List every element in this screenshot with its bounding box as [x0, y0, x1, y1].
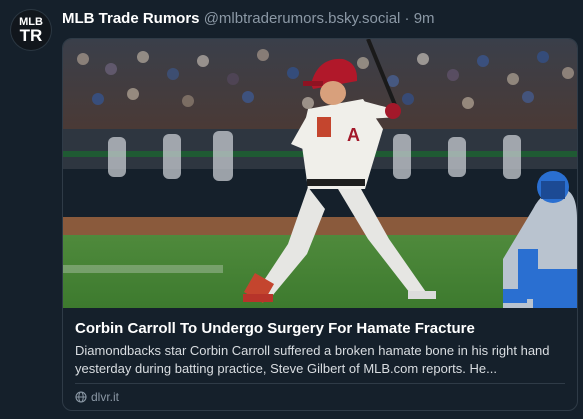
post-header: MLB Trade Rumors @mlbtraderumors.bsky.so…	[62, 9, 435, 29]
link-card[interactable]: A Corbin Carroll To Undergo Surgery For …	[62, 38, 578, 411]
card-source-label: dlvr.it	[91, 390, 120, 404]
svg-text:A: A	[347, 125, 360, 145]
post-time[interactable]: 9m	[414, 10, 435, 27]
card-source[interactable]: dlvr.it	[75, 389, 119, 405]
card-title[interactable]: Corbin Carroll To Undergo Surgery For Ha…	[75, 319, 570, 338]
globe-icon	[75, 391, 87, 403]
separator-dot: ·	[404, 10, 410, 27]
author-avatar[interactable]: MLB TR	[11, 10, 51, 50]
avatar-logo-bottom: TR	[19, 26, 43, 45]
post[interactable]: MLB TR MLB Trade Rumors @mlbtraderumors.…	[0, 0, 583, 419]
card-description: Diamondbacks star Corbin Carroll suffere…	[75, 343, 550, 376]
card-image[interactable]: A	[63, 39, 577, 308]
card-divider	[75, 383, 565, 384]
author-name[interactable]: MLB Trade Rumors	[62, 10, 200, 27]
author-handle[interactable]: @mlbtraderumors.bsky.social	[204, 10, 401, 27]
